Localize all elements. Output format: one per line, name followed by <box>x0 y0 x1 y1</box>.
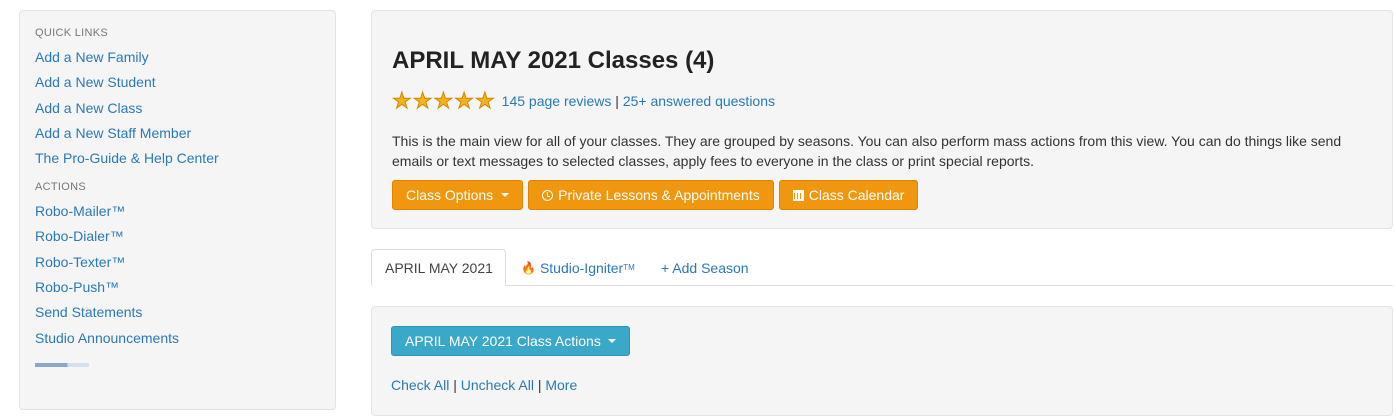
calendar-icon <box>792 189 804 201</box>
header-button-row: Class Options Private Lessons & Appointm… <box>392 180 919 210</box>
clock-icon <box>542 189 554 201</box>
robo-texter-link[interactable]: Robo-Texter™ <box>35 253 320 271</box>
private-lessons-button[interactable]: Private Lessons & Appointments <box>528 180 774 210</box>
check-all-link[interactable]: Check All <box>391 377 449 393</box>
caret-down-icon <box>607 339 616 343</box>
flame-icon: 🔥 <box>521 260 536 275</box>
caret-down-icon <box>501 193 510 197</box>
uncheck-all-link[interactable]: Uncheck All <box>461 377 534 393</box>
star-icon: ★ <box>454 88 475 113</box>
quick-links-heading: QUICK LINKS <box>35 27 108 39</box>
page-description: This is the main view for all of your cl… <box>392 133 1342 169</box>
tab-studio-igniter[interactable]: 🔥 Studio-Igniter TM <box>521 249 635 286</box>
add-student-link[interactable]: Add a New Student <box>35 73 320 91</box>
pro-guide-link[interactable]: The Pro-Guide & Help Center <box>35 149 320 167</box>
send-statements-link[interactable]: Send Statements <box>35 303 320 321</box>
robo-mailer-link[interactable]: Robo-Mailer™ <box>35 202 320 220</box>
robo-push-link[interactable]: Robo-Push™ <box>35 278 320 296</box>
add-staff-link[interactable]: Add a New Staff Member <box>35 124 320 142</box>
more-link[interactable]: More <box>545 377 577 393</box>
class-actions-button[interactable]: APRIL MAY 2021 Class Actions <box>391 326 630 356</box>
season-panel: APRIL MAY 2021 Class Actions Check All |… <box>371 306 1393 416</box>
selection-separator: | <box>449 377 461 393</box>
star-icon: ★ <box>474 88 495 113</box>
actions-heading: ACTIONS <box>35 181 86 194</box>
private-lessons-label: Private Lessons & Appointments <box>558 187 760 203</box>
class-options-button[interactable]: Class Options <box>392 180 524 210</box>
rating-row: ★ ★ ★ ★ ★ 145 page reviews | 25+ answere… <box>392 88 776 113</box>
class-actions-label: APRIL MAY 2021 Class Actions <box>405 333 601 349</box>
selection-separator: | <box>533 377 546 393</box>
tab-add-season[interactable]: + Add Season <box>661 249 749 286</box>
tab-april-may-2021[interactable]: APRIL MAY 2021 <box>371 249 506 286</box>
classes-header-panel: APRIL MAY 2021 Classes (4) ★ ★ ★ ★ ★ 145… <box>371 10 1393 229</box>
star-icon: ★ <box>412 88 433 113</box>
add-class-link[interactable]: Add a New Class <box>35 99 320 117</box>
add-family-link[interactable]: Add a New Family <box>35 48 320 66</box>
class-calendar-button[interactable]: Class Calendar <box>778 180 919 210</box>
robo-dialer-link[interactable]: Robo-Dialer™ <box>35 227 320 245</box>
season-tabs: APRIL MAY 2021 🔥 Studio-Igniter TM + Add … <box>371 249 1393 286</box>
rating-separator: | <box>611 93 623 109</box>
studio-announcements-link[interactable]: Studio Announcements <box>35 329 320 347</box>
sidebar: QUICK LINKS Add a New Family Add a New S… <box>19 10 336 410</box>
page-reviews-link[interactable]: 145 page reviews <box>502 93 612 109</box>
sidebar-image-thumbnail <box>35 362 89 367</box>
rating-stars: ★ ★ ★ ★ ★ <box>392 88 496 113</box>
studio-igniter-label: Studio-Igniter <box>539 259 624 276</box>
star-icon: ★ <box>392 88 413 113</box>
answered-questions-link[interactable]: 25+ answered questions <box>623 93 775 109</box>
class-calendar-label: Class Calendar <box>808 187 905 203</box>
star-icon: ★ <box>433 88 454 113</box>
class-options-label: Class Options <box>406 187 494 203</box>
selection-links: Check All | Uncheck All | More <box>391 377 577 393</box>
page-title: APRIL MAY 2021 Classes (4) <box>392 47 715 74</box>
trademark-mark: TM <box>623 263 635 272</box>
